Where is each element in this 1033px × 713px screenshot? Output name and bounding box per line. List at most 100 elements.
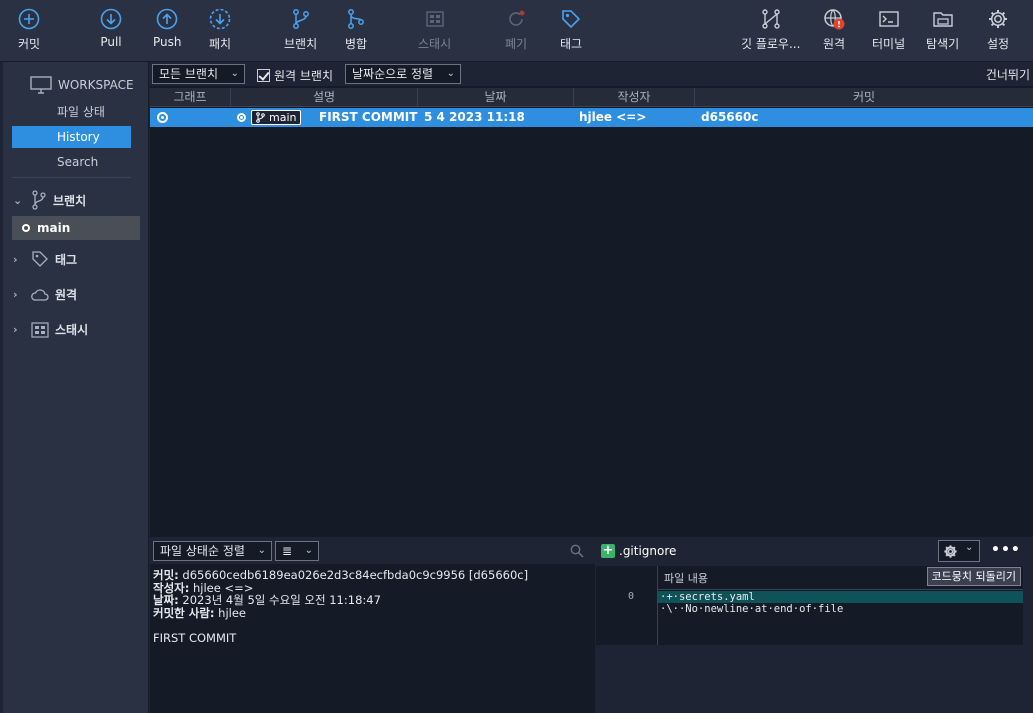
- pull-label: Pull: [100, 35, 122, 49]
- remote-label: 원격: [823, 37, 846, 51]
- stash-button[interactable]: 스태시: [418, 8, 451, 58]
- push-button[interactable]: Push: [153, 8, 182, 58]
- chevron-down-icon: ⌄: [13, 193, 23, 207]
- explorer-icon: [932, 12, 953, 27]
- file-added-icon: +: [601, 543, 615, 558]
- explorer-button[interactable]: 탐색기: [926, 8, 959, 58]
- diff-file-name: .gitignore: [619, 544, 677, 558]
- sidebar-item-file-status[interactable]: 파일 상태: [12, 101, 131, 123]
- discard-icon: [509, 10, 525, 26]
- sidebar-branch-main[interactable]: main: [12, 216, 140, 240]
- merge-button[interactable]: 병합: [345, 8, 367, 58]
- stash-label: 스태시: [418, 37, 452, 51]
- diff-options-button[interactable]: ⌄: [938, 540, 980, 562]
- merge-icon: [348, 9, 364, 29]
- monitor-icon: [30, 76, 52, 94]
- sidebar-divider: [12, 177, 131, 178]
- sidebar-group-tags[interactable]: › 태그: [13, 250, 77, 268]
- diff-header: + .gitignore ⌄ •••: [596, 538, 1033, 565]
- tags-label: 태그: [55, 252, 78, 267]
- column-commit[interactable]: 커밋: [695, 88, 1033, 107]
- column-author[interactable]: 작성자: [574, 88, 695, 107]
- commit-label: 커밋: [18, 37, 41, 51]
- cloud-icon: [31, 288, 49, 301]
- terminal-label: 터미널: [872, 37, 906, 51]
- workspace-header: WORKSPACE: [30, 76, 134, 94]
- detail-committer-label: 커밋한 사람:: [153, 605, 215, 620]
- table-row[interactable]: main FIRST COMMIT 5 4 2023 11:18 hjlee <…: [150, 108, 1033, 127]
- discard-label: 폐기: [505, 37, 528, 51]
- branch-tag: main: [251, 110, 302, 125]
- file-sort-value: 파일 상태순 정렬: [160, 544, 245, 558]
- column-description[interactable]: 설명: [231, 88, 418, 107]
- branch-filter-value: 모든 브랜치: [159, 67, 219, 81]
- sort-order-select[interactable]: 날짜순으로 정렬 ⌄: [345, 64, 461, 84]
- pull-icon: [100, 8, 122, 30]
- stash-icon: [425, 11, 444, 27]
- fetch-button[interactable]: 패치: [209, 8, 231, 58]
- commit-button[interactable]: 커밋: [18, 8, 40, 58]
- search-icon[interactable]: [570, 544, 584, 558]
- more-icon[interactable]: •••: [991, 542, 1021, 558]
- commit-date: 5 4 2023 11:18: [424, 110, 525, 124]
- sidebar-group-remotes[interactable]: › 원격: [13, 286, 77, 303]
- merge-label: 병합: [345, 37, 368, 51]
- details-toolbar: 파일 상태순 정렬 ⌄ ≣ ⌄: [150, 538, 595, 564]
- commit-author: hjlee <=>: [579, 110, 647, 124]
- head-marker-icon: [237, 113, 246, 122]
- push-label: Push: [153, 35, 182, 49]
- terminal-button[interactable]: 터미널: [872, 8, 905, 58]
- chevron-down-icon: ⌄: [257, 545, 266, 556]
- filter-bar: 모든 브랜치 ⌄ 원격 브랜치 날짜순으로 정렬 ⌄ 건너뛰기: [150, 62, 1033, 86]
- checkbox-checked-icon: [257, 69, 270, 82]
- sidebar-group-stashes[interactable]: › 스태시: [13, 321, 88, 338]
- push-icon: [156, 8, 178, 30]
- chevron-right-icon: ›: [13, 252, 18, 266]
- sidebar-group-branches[interactable]: ⌄ 브랜치: [13, 190, 86, 210]
- commit-details-panel: 파일 상태순 정렬 ⌄ ≣ ⌄ 커밋: d65660cedb6189ea026e…: [150, 538, 595, 713]
- pull-button[interactable]: Pull: [100, 8, 122, 58]
- current-branch-icon: [22, 224, 30, 232]
- git-flow-icon: [762, 9, 780, 29]
- settings-button[interactable]: 설정: [987, 8, 1009, 58]
- chevron-right-icon: ›: [13, 323, 18, 336]
- commit-details: 커밋: d65660cedb6189ea026e2d3c84ecfbda0c9c…: [153, 569, 528, 645]
- branch-main-label: main: [37, 221, 71, 235]
- file-sort-select[interactable]: 파일 상태순 정렬 ⌄: [153, 541, 272, 561]
- column-header: 그래프 설명 날짜 작성자 커밋: [150, 88, 1033, 107]
- column-date[interactable]: 날짜: [418, 88, 574, 107]
- branches-label: 브랜치: [53, 193, 87, 208]
- diff-line-context: ·\··No·newline·at·end·of·file: [660, 603, 844, 615]
- discard-button[interactable]: 폐기: [505, 8, 527, 58]
- skip-button[interactable]: 건너뛰기: [986, 66, 1030, 83]
- branch-tag-label: main: [269, 111, 297, 124]
- history-panel: 모든 브랜치 ⌄ 원격 브랜치 날짜순으로 정렬 ⌄ 건너뛰기 그래프 설명 날…: [150, 62, 1033, 537]
- remote-button[interactable]: 원격: [823, 8, 845, 58]
- detail-message: FIRST COMMIT: [153, 631, 237, 645]
- remote-branch-checkbox[interactable]: 원격 브랜치: [257, 67, 333, 84]
- branch-filter-select[interactable]: 모든 브랜치 ⌄: [152, 64, 245, 84]
- commit-hash: d65660c: [701, 110, 759, 124]
- branch-icon: [32, 190, 46, 210]
- gear-icon: [989, 10, 1008, 28]
- branch-icon: [256, 112, 265, 123]
- stashes-label: 스태시: [55, 323, 89, 337]
- tag-button[interactable]: 태그: [560, 8, 582, 58]
- view-mode-select[interactable]: ≣ ⌄: [275, 541, 319, 561]
- detail-committer-row: 커밋한 사람: hjlee: [153, 605, 528, 620]
- stash-icon: [31, 321, 49, 338]
- git-flow-button[interactable]: 깃 플로우...: [741, 8, 800, 58]
- chevron-down-icon: ⌄: [446, 68, 455, 79]
- sidebar-item-history[interactable]: History: [12, 126, 131, 148]
- hunk-title: 파일 내용: [664, 572, 708, 585]
- branch-button[interactable]: 브랜치: [284, 8, 317, 58]
- fetch-label: 패치: [209, 37, 232, 51]
- revert-hunk-button[interactable]: 코드뭉치 되돌리기: [926, 567, 1021, 586]
- column-graph[interactable]: 그래프: [150, 88, 231, 107]
- tag-icon: [32, 251, 48, 267]
- chevron-right-icon: ›: [13, 288, 18, 301]
- sidebar-item-search[interactable]: Search: [12, 151, 131, 173]
- terminal-icon: [878, 11, 899, 27]
- hunk-header: 파일 내용 코드뭉치 되돌리기: [658, 566, 1023, 590]
- remote-branch-label: 원격 브랜치: [274, 69, 334, 83]
